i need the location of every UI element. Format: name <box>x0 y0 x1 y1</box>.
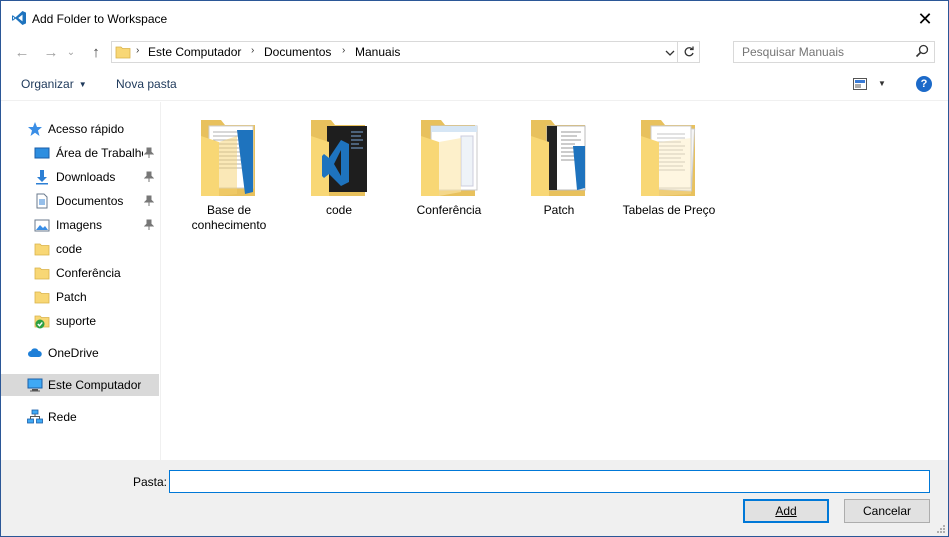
footer-panel: Pasta: Add Cancelar <box>1 460 948 536</box>
sidebar-item-network[interactable]: Rede <box>1 406 159 428</box>
computer-icon <box>27 378 43 392</box>
refresh-button[interactable] <box>677 42 699 62</box>
sidebar-item-label: OneDrive <box>48 346 99 360</box>
close-button[interactable]: ✕ <box>902 1 948 37</box>
breadcrumb-separator: › <box>136 45 140 56</box>
sidebar-item-onedrive[interactable]: OneDrive <box>1 342 159 364</box>
sidebar-item-label: Downloads <box>56 170 116 184</box>
add-button[interactable]: Add <box>743 499 829 523</box>
breadcrumb-documentos[interactable]: Documentos <box>264 45 331 59</box>
pin-icon[interactable] <box>144 195 154 207</box>
folder-name: code <box>325 203 353 217</box>
organize-label: Organizar <box>21 77 74 91</box>
command-bar: Organizar ▼ Nova pasta ▼ ? <box>1 67 948 101</box>
refresh-icon <box>684 46 694 57</box>
up-button[interactable]: ↑ <box>86 43 106 61</box>
pin-icon[interactable] <box>144 147 154 159</box>
title-bar: Add Folder to Workspace ✕ <box>1 1 948 37</box>
folder-item[interactable]: Base de conhecimento <box>181 116 277 233</box>
add-button-label: Add <box>775 504 797 518</box>
folder-icon <box>115 46 131 59</box>
navigation-row: ← → ⌄ ↑ › Este Computador › Documentos ›… <box>1 37 948 67</box>
folder-name: Conferência <box>416 203 482 217</box>
folder-synced-icon <box>34 315 50 329</box>
change-view-icon[interactable] <box>853 78 867 90</box>
resize-grip-icon[interactable] <box>936 524 946 534</box>
caret-down-icon: ▼ <box>78 80 87 89</box>
folder-field-label: Pasta: <box>133 475 168 489</box>
sidebar-item-label: Área de Trabalho <box>56 146 143 160</box>
sidebar-item-label: Acesso rápido <box>48 122 125 136</box>
folder-item[interactable]: Conferência <box>401 116 497 218</box>
vscode-icon <box>12 11 26 25</box>
search-icon[interactable] <box>915 44 929 58</box>
recent-locations-button[interactable]: ⌄ <box>65 43 77 61</box>
sidebar-item-conferencia[interactable]: Conferência <box>1 262 159 284</box>
organize-menu[interactable]: Organizar ▼ <box>21 77 87 91</box>
back-button[interactable]: ← <box>12 43 32 61</box>
folder-thumbnail-icon <box>201 120 255 196</box>
sidebar-item-label: Este Computador <box>48 378 142 392</box>
sidebar-item-suporte[interactable]: suporte <box>1 310 159 332</box>
folder-item[interactable]: code <box>291 116 387 218</box>
breadcrumb-manuais[interactable]: Manuais <box>355 45 400 59</box>
chevron-down-icon[interactable] <box>665 49 675 57</box>
search-box <box>733 41 935 63</box>
star-icon <box>28 122 42 136</box>
network-icon <box>27 409 43 424</box>
folder-icon <box>34 291 50 304</box>
sidebar-item-label: suporte <box>56 314 97 328</box>
folder-icon <box>34 243 50 256</box>
folder-item[interactable]: Patch <box>511 116 607 218</box>
sidebar-item-label: code <box>56 242 83 256</box>
sidebar-item-pictures[interactable]: Imagens <box>1 214 159 236</box>
view-options-caret-icon[interactable]: ▼ <box>878 79 886 88</box>
folder-thumbnail-icon <box>421 120 478 196</box>
document-icon <box>36 193 48 209</box>
sidebar-item-this-pc[interactable]: Este Computador <box>1 374 159 396</box>
breadcrumb-este-computador[interactable]: Este Computador <box>148 45 241 59</box>
folder-name: Tabelas de Preço <box>622 203 716 217</box>
sidebar-item-quick-access[interactable]: Acesso rápido <box>1 118 159 140</box>
help-button[interactable]: ? <box>916 76 932 92</box>
folder-item[interactable]: Tabelas de Preço <box>621 116 717 218</box>
sidebar-item-desktop[interactable]: Área de Trabalho <box>1 142 159 164</box>
forward-button[interactable]: → <box>41 43 61 61</box>
dialog-window: Add Folder to Workspace ✕ ← → ⌄ ↑ › Este… <box>0 0 949 537</box>
folder-thumbnail-icon <box>531 120 586 196</box>
new-folder-button[interactable]: Nova pasta <box>116 77 177 91</box>
folder-name: Patch <box>543 203 575 217</box>
sidebar-item-label: Conferência <box>56 266 121 280</box>
pin-icon[interactable] <box>144 171 154 183</box>
address-bar[interactable]: › Este Computador › Documentos › Manuais <box>111 41 700 63</box>
sidebar-item-code[interactable]: code <box>1 238 159 260</box>
sidebar-item-documents[interactable]: Documentos <box>1 190 159 212</box>
breadcrumb-separator: › <box>342 45 346 56</box>
download-icon <box>36 170 48 185</box>
sidebar-item-label: Documentos <box>56 194 124 208</box>
cloud-icon <box>28 348 42 357</box>
folder-name-input[interactable] <box>169 470 930 493</box>
desktop-icon <box>34 147 50 159</box>
folder-view: Base de conhecimento code Conferência Pa… <box>162 102 948 460</box>
pin-icon[interactable] <box>144 219 154 231</box>
sidebar-item-downloads[interactable]: Downloads <box>1 166 159 188</box>
sidebar-item-label: Patch <box>56 290 87 304</box>
window-title: Add Folder to Workspace <box>32 12 168 26</box>
folder-name: Base de conhecimento <box>191 203 267 232</box>
search-input[interactable] <box>734 42 909 62</box>
pictures-icon <box>34 219 50 232</box>
sidebar-item-patch[interactable]: Patch <box>1 286 159 308</box>
navigation-pane: Acesso rápido Área de Trabalho Downloads <box>1 102 161 460</box>
folder-icon <box>34 267 50 280</box>
folder-thumbnail-icon <box>641 120 696 196</box>
sidebar-item-label: Rede <box>48 410 77 424</box>
sidebar-item-label: Imagens <box>56 218 103 232</box>
cancel-button[interactable]: Cancelar <box>844 499 930 523</box>
folder-thumbnail-icon <box>311 120 367 196</box>
breadcrumb-separator: › <box>251 45 255 56</box>
